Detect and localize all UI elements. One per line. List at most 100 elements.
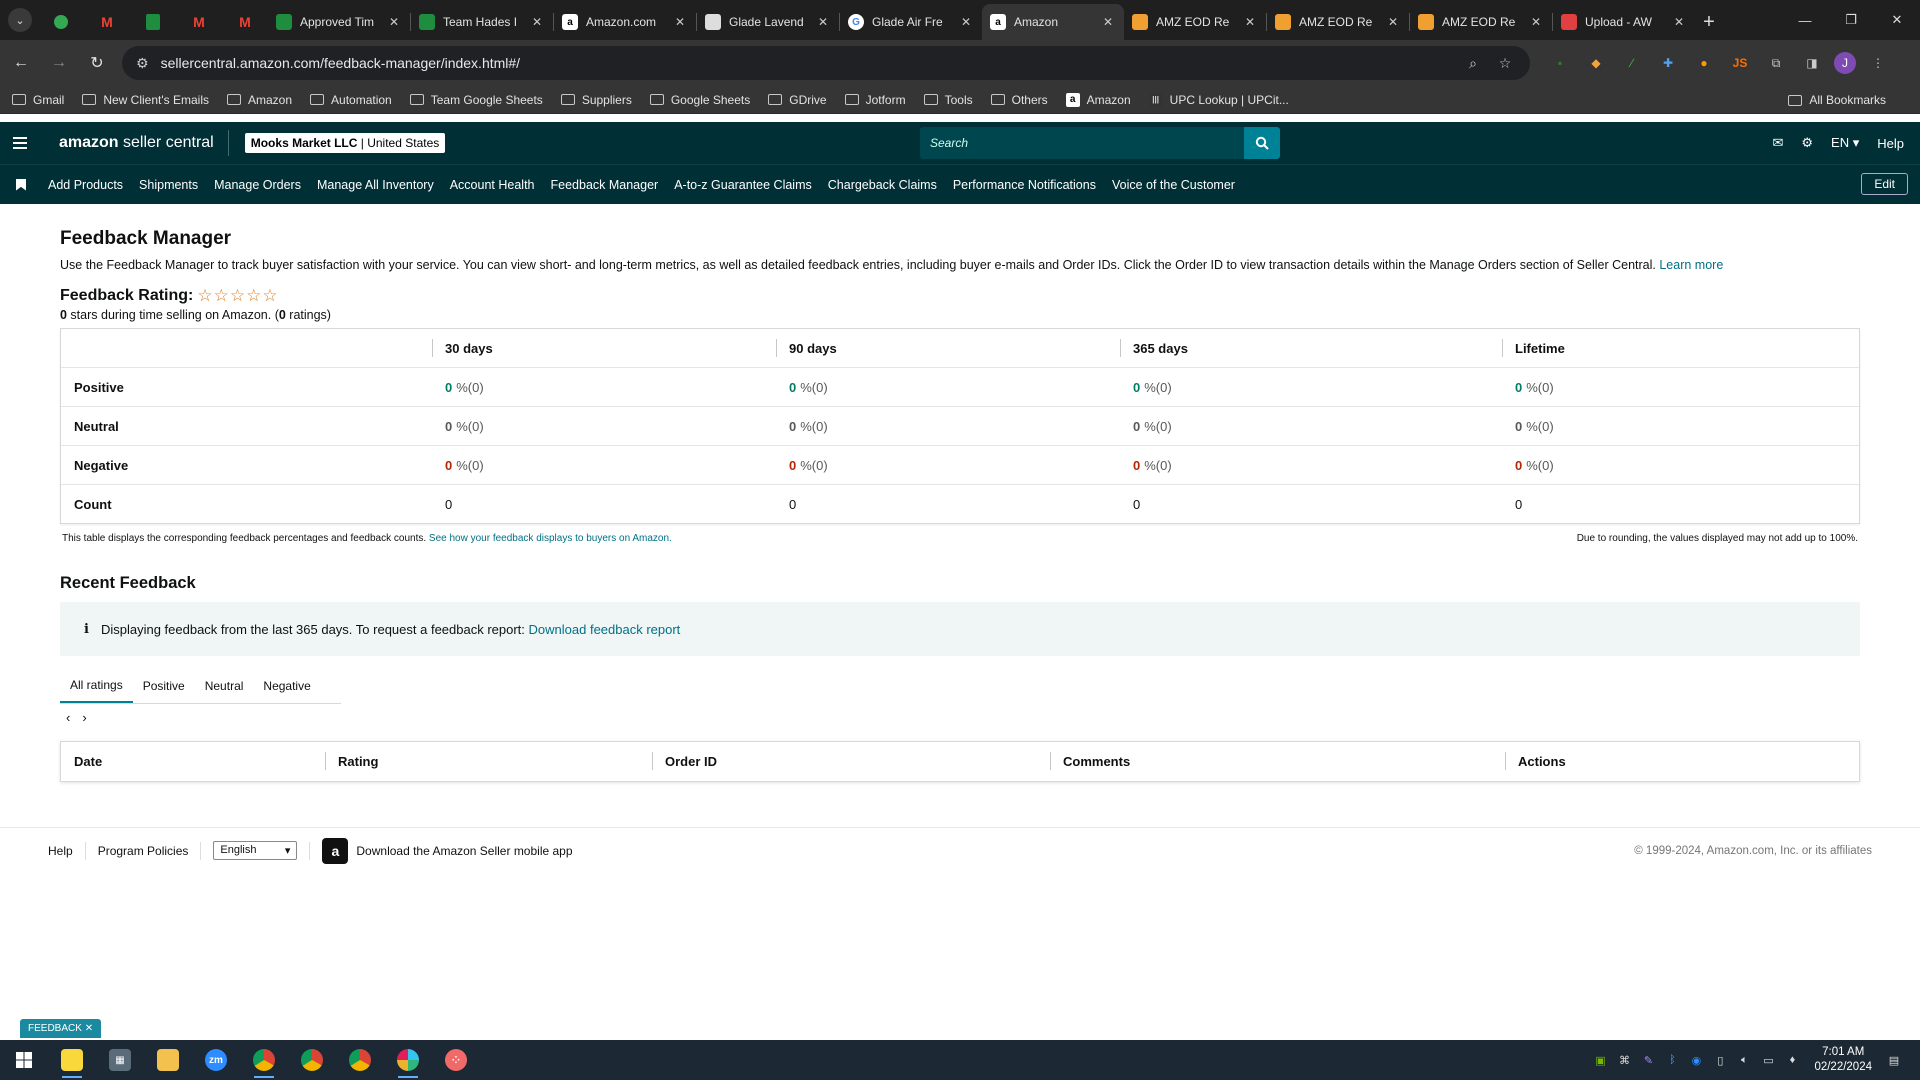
pinned-tab-gmail-2[interactable]: M — [176, 4, 222, 40]
extension-icon-2[interactable]: ◆ — [1582, 49, 1610, 77]
calculator-icon[interactable]: ▦ — [96, 1040, 144, 1080]
pen-icon[interactable]: ✎ — [1636, 1054, 1660, 1067]
forward-icon[interactable]: → — [42, 46, 76, 80]
download-app-link[interactable]: Download the Amazon Seller mobile app — [356, 844, 572, 858]
tab-close-icon[interactable]: ✕ — [958, 15, 974, 29]
minimize-icon[interactable]: — — [1782, 0, 1828, 40]
chrome-profile-icon[interactable] — [288, 1040, 336, 1080]
tab-close-icon[interactable]: ✕ — [1385, 15, 1401, 29]
bookmark-item[interactable]: ||| UPC Lookup | UPCit... — [1148, 92, 1289, 107]
browser-tab[interactable]: AMZ EOD Re ✕ — [1267, 4, 1409, 40]
feedback-widget-tab[interactable]: FEEDBACK ✕ — [20, 1019, 102, 1038]
language-selector[interactable]: EN ▾ — [1831, 135, 1859, 151]
tab-close-icon[interactable]: ✕ — [1100, 15, 1116, 29]
volume-icon[interactable]: 🔈︎ — [1732, 1054, 1756, 1067]
nav-item[interactable]: Add Products — [48, 178, 123, 192]
bookmark-item[interactable]: Gmail — [12, 93, 64, 107]
bookmark-item[interactable]: Tools — [923, 93, 973, 107]
bookmark-item[interactable]: Jotform — [844, 93, 906, 107]
pinned-tab-sheets[interactable] — [38, 4, 84, 40]
file-explorer-icon[interactable] — [144, 1040, 192, 1080]
bookmark-item[interactable]: New Client's Emails — [82, 93, 209, 107]
site-info-icon[interactable]: ⚙ — [136, 55, 149, 72]
bluetooth-icon[interactable]: ᛒ — [1660, 1054, 1684, 1066]
side-panel-icon[interactable]: ◨ — [1798, 49, 1826, 77]
extension-icon-1[interactable]: ▪ — [1546, 49, 1574, 77]
pinned-tab-gmail[interactable]: M — [84, 4, 130, 40]
browser-tab[interactable]: AMZ EOD Re ✕ — [1124, 4, 1266, 40]
browser-tab[interactable]: Upload - AW ✕ — [1553, 4, 1695, 40]
reload-icon[interactable]: ↻ — [80, 46, 114, 80]
browser-tab[interactable]: Approved Tim ✕ — [268, 4, 410, 40]
download-report-link[interactable]: Download feedback report — [529, 622, 681, 637]
zoom-app-icon[interactable]: zm — [192, 1040, 240, 1080]
pinned-tab-sheets-2[interactable] — [130, 4, 176, 40]
nav-item[interactable]: Manage Orders — [214, 178, 301, 192]
bookmark-item[interactable]: Team Google Sheets — [409, 93, 543, 107]
bookmark-item[interactable]: Google Sheets — [649, 93, 750, 107]
store-picker[interactable]: Mooks Market LLC | United States — [244, 133, 446, 153]
tab-close-icon[interactable]: ✕ — [1671, 15, 1687, 29]
bookmark-item[interactable]: Automation — [310, 93, 392, 107]
all-bookmarks[interactable]: All Bookmarks — [1788, 86, 1886, 114]
rating-tab[interactable]: Positive — [133, 668, 195, 703]
browser-tab[interactable]: a Amazon ✕ — [982, 4, 1124, 40]
network-settings-icon[interactable]: ⌘ — [1612, 1054, 1636, 1067]
seller-app-icon[interactable]: a — [322, 837, 349, 864]
help-link[interactable]: Help — [1877, 136, 1904, 151]
bookmark-item[interactable]: a Amazon — [1065, 92, 1131, 107]
extension-icon-4[interactable]: ✚ — [1654, 49, 1682, 77]
rating-tab[interactable]: All ratings — [60, 668, 133, 703]
battery-icon[interactable]: ▯ — [1708, 1054, 1732, 1067]
nav-item[interactable]: A-to-z Guarantee Claims — [674, 178, 812, 192]
profile-avatar[interactable]: J — [1834, 52, 1856, 74]
browser-tab[interactable]: AMZ EOD Re ✕ — [1410, 4, 1552, 40]
extensions-puzzle-icon[interactable]: ⧉ — [1762, 49, 1790, 77]
tab-close-icon[interactable]: ✕ — [386, 15, 402, 29]
edit-nav-button[interactable]: Edit — [1861, 173, 1908, 195]
settings-gear-icon[interactable]: ⚙ — [1801, 135, 1813, 151]
seller-central-logo[interactable]: amazon seller central — [59, 130, 229, 156]
back-icon[interactable]: ← — [4, 46, 38, 80]
feedback-display-link[interactable]: See how your feedback displays to buyers… — [429, 533, 672, 544]
chevron-left-icon[interactable]: ‹ — [66, 710, 70, 725]
tab-close-icon[interactable]: ✕ — [1528, 15, 1544, 29]
windows-start-icon[interactable] — [0, 1040, 48, 1080]
new-tab-button[interactable]: + — [1695, 4, 1723, 40]
zoom-icon[interactable]: ⌕ — [1462, 55, 1484, 72]
search-input[interactable]: Search — [920, 127, 1244, 159]
notifications-icon[interactable]: ▤ — [1882, 1054, 1906, 1067]
tab-close-icon[interactable]: ✕ — [672, 15, 688, 29]
bookmark-item[interactable]: GDrive — [768, 93, 827, 107]
rating-tab[interactable]: Neutral — [195, 668, 254, 703]
tab-close-icon[interactable]: ✕ — [815, 15, 831, 29]
chevron-right-icon[interactable]: › — [82, 710, 86, 725]
nav-item[interactable]: Manage All Inventory — [317, 178, 434, 192]
address-bar[interactable]: ⚙ sellercentral.amazon.com/feedback-mana… — [122, 46, 1530, 80]
url-text[interactable]: sellercentral.amazon.com/feedback-manage… — [161, 55, 1452, 71]
nav-item[interactable]: Performance Notifications — [953, 178, 1096, 192]
bookmark-item[interactable]: Others — [990, 93, 1048, 107]
slack-icon[interactable] — [384, 1040, 432, 1080]
browser-tab[interactable]: Glade Lavend ✕ — [697, 4, 839, 40]
hamburger-menu-icon[interactable] — [0, 136, 40, 151]
browser-tab[interactable]: G Glade Air Fre ✕ — [840, 4, 982, 40]
tab-search-icon[interactable]: ⌄ — [8, 8, 32, 32]
close-icon[interactable]: ✕ — [85, 1023, 93, 1034]
bookmark-item[interactable]: Amazon — [227, 93, 292, 107]
tab-close-icon[interactable]: ✕ — [529, 15, 545, 29]
nav-item[interactable]: Voice of the Customer — [1112, 178, 1235, 192]
chrome-menu-icon[interactable]: ⋮ — [1864, 49, 1892, 77]
tab-close-icon[interactable]: ✕ — [1242, 15, 1258, 29]
bookmark-item[interactable]: Suppliers — [560, 93, 632, 107]
chrome-profile-2-icon[interactable] — [336, 1040, 384, 1080]
display-icon[interactable]: ▭ — [1756, 1054, 1780, 1067]
chrome-icon[interactable] — [240, 1040, 288, 1080]
rating-tab[interactable]: Negative — [253, 668, 320, 703]
extension-icon-3[interactable]: ⁄ — [1618, 49, 1646, 77]
extension-icon-6[interactable]: JS — [1726, 49, 1754, 77]
microphone-icon[interactable]: ♦ — [1780, 1054, 1804, 1066]
close-window-icon[interactable]: ✕ — [1874, 0, 1920, 40]
asana-icon[interactable]: ⁘ — [432, 1040, 480, 1080]
sticky-notes-icon[interactable] — [48, 1040, 96, 1080]
